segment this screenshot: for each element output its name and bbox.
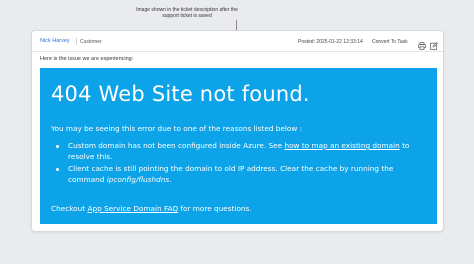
flushdns-command: ipconfig/flushdns — [106, 174, 170, 184]
edit-icon[interactable] — [430, 37, 438, 50]
reason-1-text: Custom domain has not been configured in… — [68, 141, 285, 150]
printer-icon[interactable] — [418, 37, 426, 50]
author-role: Customer — [80, 38, 102, 45]
ticket-description-card: Nick Harvey Customer Posted: 2025-01-22 … — [31, 30, 444, 232]
page-canvas: Image shown in the ticket description af… — [0, 0, 474, 264]
checkout-suffix: for more questions. — [178, 204, 252, 213]
checkout-faq-text: Checkout App Service Domain FAQ for more… — [51, 204, 252, 213]
reason-2-suffix: . — [169, 174, 172, 184]
reason-2-text: Client cache is still pointing the domai… — [68, 164, 394, 174]
annotation-note: Image shown in the ticket description af… — [136, 7, 238, 19]
error-title: 404 Web Site not found. — [51, 82, 310, 106]
error-reasons-list: Custom domain has not been configured in… — [51, 141, 409, 187]
error-reasons-intro: You may be seeing this error due to one … — [51, 124, 303, 133]
list-item: Client cache is still pointing the domai… — [51, 164, 409, 185]
author-name-link[interactable]: Nick Harvey — [40, 38, 70, 44]
domain-faq-link[interactable]: App Service Domain FAQ — [87, 204, 178, 213]
message-header: Nick Harvey Customer Posted: 2025-01-22 … — [32, 31, 443, 52]
convert-to-task-button[interactable]: Convert To Task — [372, 39, 408, 45]
reason-2-prefix: command — [68, 174, 107, 184]
embedded-error-screenshot: 404 Web Site not found. You may be seein… — [40, 68, 437, 224]
map-domain-link[interactable]: how to map an existing domain — [284, 141, 399, 150]
reason-1-continuation: resolve this. — [68, 151, 113, 161]
checkout-prefix: Checkout — [51, 204, 88, 213]
reason-1-suffix: to — [399, 141, 410, 150]
header-divider — [76, 38, 77, 45]
list-item: Custom domain has not been configured in… — [51, 141, 409, 162]
description-intro-text: Here is the issue we are experiencing: — [40, 56, 134, 62]
posted-timestamp: Posted: 2025-01-22 12:33:14 — [298, 38, 363, 45]
